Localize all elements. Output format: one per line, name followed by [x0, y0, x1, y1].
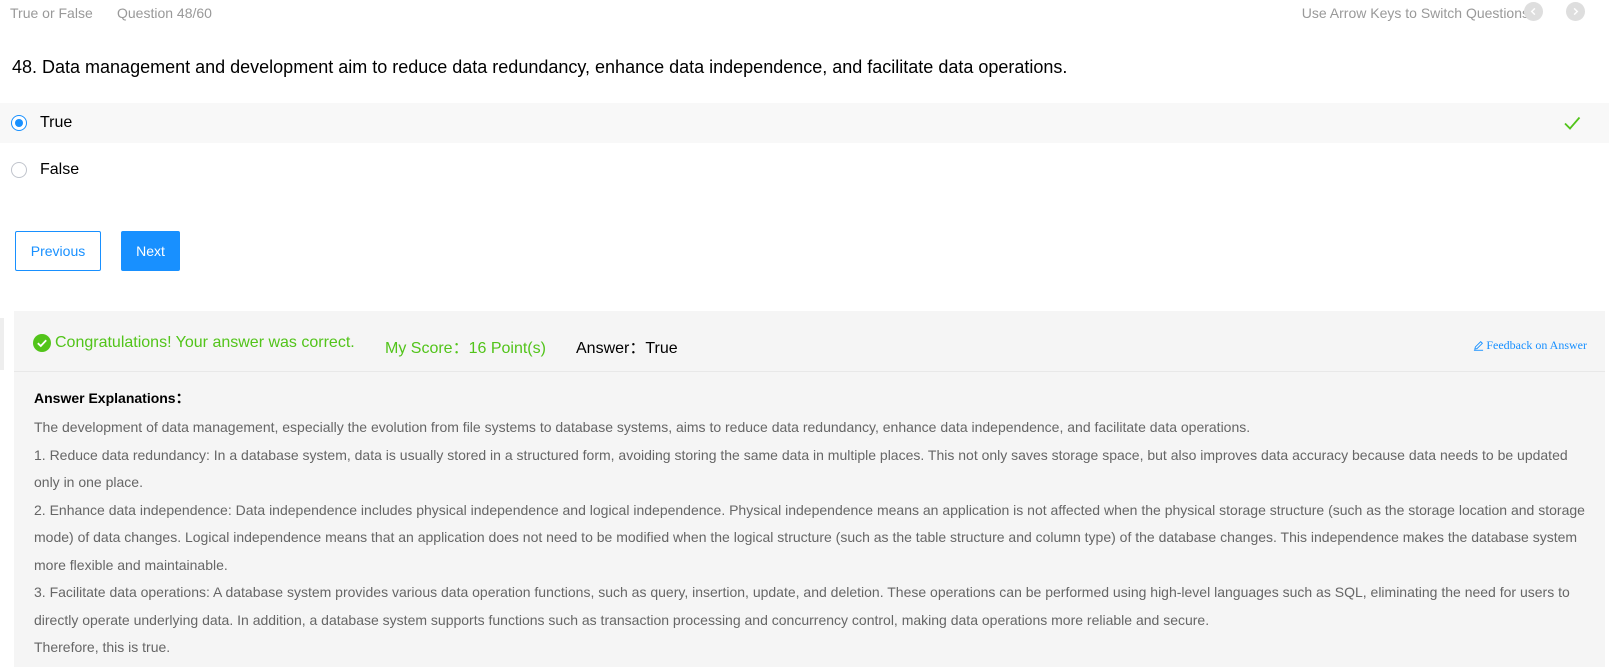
side-divider: [0, 318, 4, 370]
explanation-title: Answer Explanations：: [34, 390, 190, 406]
explanation-paragraph: Therefore, this is true.: [34, 639, 171, 655]
option-label-false: False: [40, 161, 80, 178]
previous-question-button[interactable]: [1524, 2, 1543, 21]
correct-answer: Answer：True: [576, 340, 678, 357]
radio-true[interactable]: [11, 115, 27, 131]
option-true[interactable]: True: [0, 103, 1609, 143]
chevron-right-icon: [1573, 7, 1579, 16]
option-label-true: True: [40, 114, 73, 131]
explanation-paragraph: 3. Facilitate data operations: A databas…: [34, 584, 1570, 628]
question-type: True or False: [10, 5, 93, 21]
question-counter: Question 48/60: [117, 5, 212, 21]
explanation-paragraph: The development of data management, espe…: [34, 419, 1251, 435]
check-circle-icon: [33, 334, 51, 352]
edit-icon: [1474, 341, 1484, 351]
explanation-paragraph: 2. Enhance data independence: Data indep…: [34, 501, 1585, 573]
top-bar: True or False Question 48/60 Use Arrow K…: [0, 0, 1609, 26]
question-text: 48. Data management and development aim …: [12, 57, 1068, 77]
next-button[interactable]: Next: [121, 231, 180, 271]
chevron-left-icon: [1530, 7, 1536, 16]
result-message: Congratulations! Your answer was correct…: [55, 334, 355, 351]
score-text: My Score：16 Point(s): [385, 340, 546, 357]
explanation-section: Answer Explanations： The development of …: [34, 389, 1594, 662]
option-false[interactable]: False: [0, 150, 1609, 190]
next-question-button[interactable]: [1566, 2, 1585, 21]
feedback-link[interactable]: Feedback on Answer: [1473, 338, 1587, 353]
explanation-body: The development of data management, espe…: [34, 414, 1594, 662]
result-header: Congratulations! Your answer was correct…: [14, 311, 1605, 372]
checkmark-icon: [1564, 116, 1581, 130]
feedback-link-label: Feedback on Answer: [1486, 338, 1587, 352]
previous-button[interactable]: Previous: [15, 231, 101, 271]
keyboard-hint: Use Arrow Keys to Switch Questions: [1301, 5, 1529, 21]
quiz-page: True or False Question 48/60 Use Arrow K…: [0, 0, 1609, 667]
result-panel: Congratulations! Your answer was correct…: [14, 311, 1605, 667]
radio-false[interactable]: [11, 162, 27, 178]
explanation-paragraph: 1. Reduce data redundancy: In a database…: [34, 446, 1568, 491]
